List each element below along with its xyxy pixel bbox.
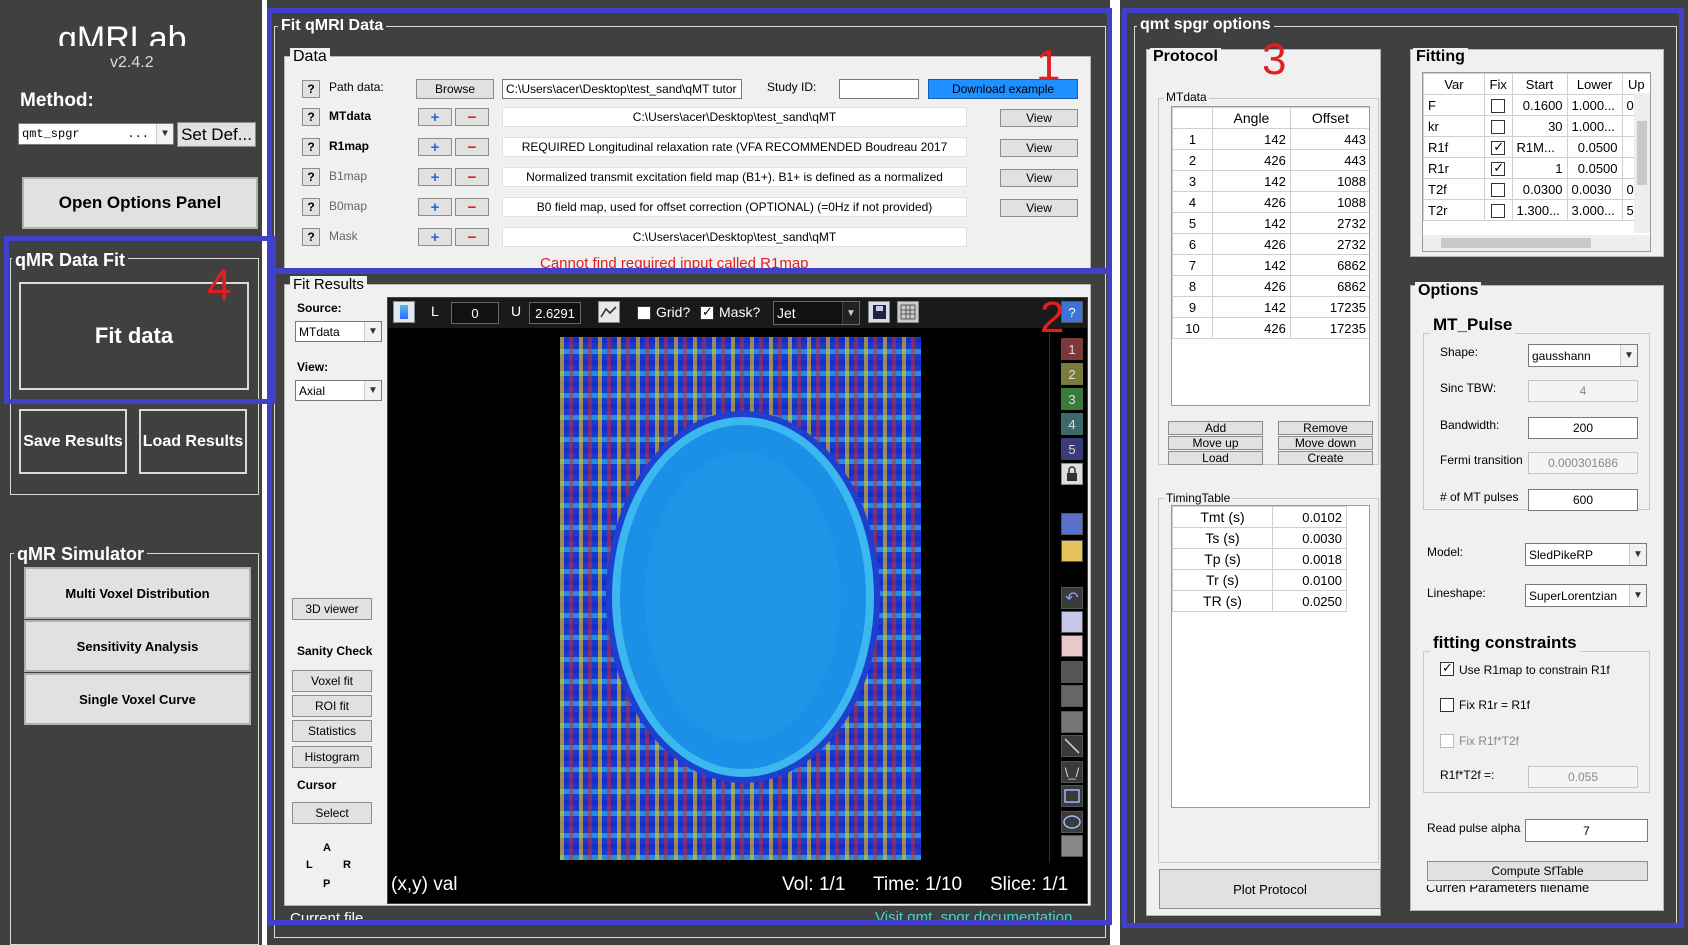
set-default-button[interactable]: Set Def... [177, 122, 256, 147]
app-version: v2.4.2 [110, 54, 154, 71]
method-ellipsis: ... [127, 127, 149, 141]
sensitivity-button[interactable]: Sensitivity Analysis [24, 620, 251, 672]
annotation-number-3: 3 [1262, 35, 1287, 84]
annotation-box-1 [267, 8, 1112, 274]
simulator-title: qMR Simulator [14, 544, 148, 564]
annotation-number-4: 4 [207, 261, 232, 310]
method-select[interactable]: qmt_spgr ... ▼ [18, 123, 174, 145]
method-value: qmt_spgr [22, 127, 80, 141]
single-voxel-button[interactable]: Single Voxel Curve [24, 673, 251, 725]
app-logo: qMRLab [58, 20, 187, 46]
multi-voxel-button[interactable]: Multi Voxel Distribution [24, 567, 251, 619]
annotation-number-1: 1 [1036, 41, 1061, 90]
annotation-box-3 [1122, 8, 1684, 928]
chevron-down-icon: ▼ [156, 124, 173, 144]
annotation-number-2: 2 [1040, 293, 1065, 342]
annotation-box-4 [4, 236, 276, 404]
save-results-button[interactable]: Save Results [19, 409, 127, 474]
open-options-button[interactable]: Open Options Panel [22, 177, 258, 229]
load-results-button[interactable]: Load Results [139, 409, 247, 474]
annotation-box-2 [267, 268, 1112, 925]
method-label: Method: [20, 90, 94, 111]
